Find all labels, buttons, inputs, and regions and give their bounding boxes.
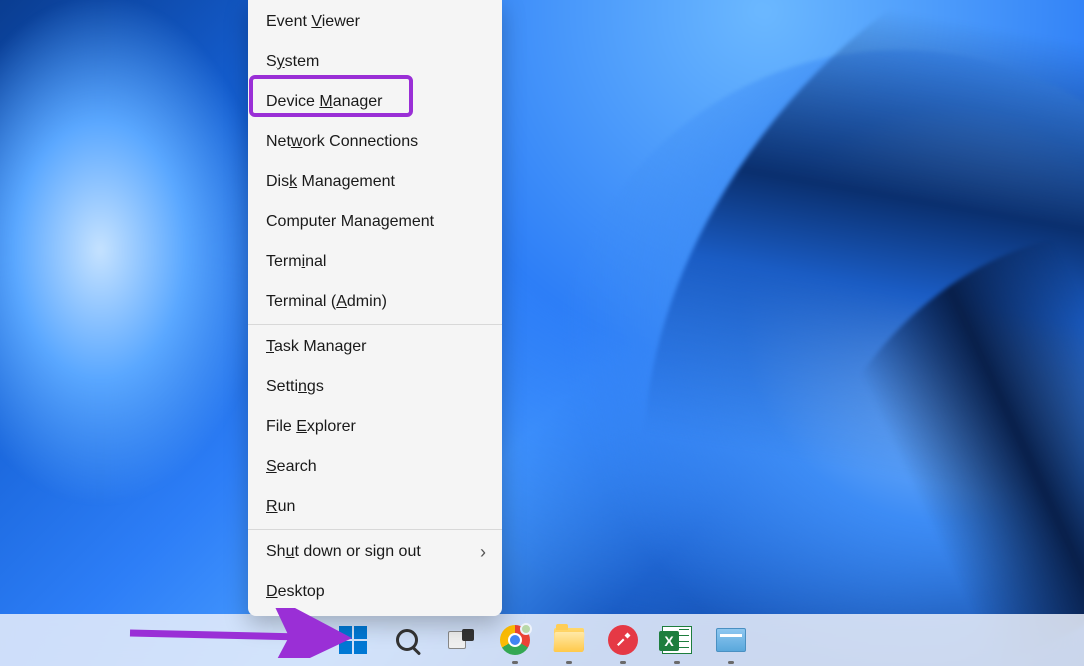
task-view-icon bbox=[448, 629, 474, 651]
search-button[interactable] bbox=[386, 619, 428, 661]
start-button[interactable] bbox=[332, 619, 374, 661]
menu-terminal-admin[interactable]: Terminal (Admin) bbox=[248, 282, 502, 322]
menu-disk-management[interactable]: Disk Management bbox=[248, 162, 502, 202]
file-explorer-app[interactable] bbox=[548, 619, 590, 661]
run-icon bbox=[716, 628, 746, 652]
menu-shutdown[interactable]: Shut down or sign out bbox=[248, 532, 502, 572]
menu-computer-management[interactable]: Computer Management bbox=[248, 202, 502, 242]
menu-desktop[interactable]: Desktop bbox=[248, 572, 502, 612]
menu-separator bbox=[248, 324, 502, 325]
search-icon bbox=[396, 629, 418, 651]
chrome-app[interactable] bbox=[494, 619, 536, 661]
windows-logo-icon bbox=[339, 626, 367, 654]
menu-terminal[interactable]: Terminal bbox=[248, 242, 502, 282]
menu-system[interactable]: System bbox=[248, 42, 502, 82]
menu-settings[interactable]: Settings bbox=[248, 367, 502, 407]
task-view-button[interactable] bbox=[440, 619, 482, 661]
folder-icon bbox=[554, 628, 584, 652]
menu-separator bbox=[248, 529, 502, 530]
menu-task-manager[interactable]: Task Manager bbox=[248, 327, 502, 367]
menu-run[interactable]: Run bbox=[248, 487, 502, 527]
winx-context-menu: Event ViewerSystemDevice ManagerNetwork … bbox=[248, 0, 502, 616]
run-app[interactable] bbox=[710, 619, 752, 661]
menu-network-connections[interactable]: Network Connections bbox=[248, 122, 502, 162]
chrome-icon bbox=[500, 625, 530, 655]
excel-icon bbox=[662, 626, 692, 654]
menu-search[interactable]: Search bbox=[248, 447, 502, 487]
excel-app[interactable] bbox=[656, 619, 698, 661]
desktop-wallpaper: Event ViewerSystemDevice ManagerNetwork … bbox=[0, 0, 1084, 666]
menu-device-manager[interactable]: Device Manager bbox=[248, 82, 502, 122]
snipaste-icon bbox=[608, 625, 638, 655]
taskbar bbox=[0, 614, 1084, 666]
snipaste-app[interactable] bbox=[602, 619, 644, 661]
menu-event-viewer[interactable]: Event Viewer bbox=[248, 2, 502, 42]
menu-file-explorer[interactable]: File Explorer bbox=[248, 407, 502, 447]
